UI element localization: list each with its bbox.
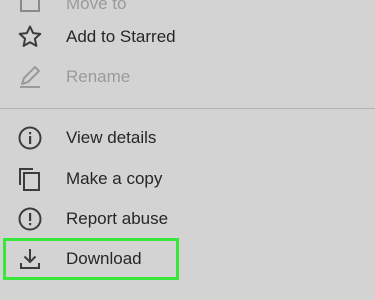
menu-divider — [0, 108, 375, 109]
menu-item-rename[interactable]: Rename — [0, 57, 375, 97]
context-menu: Move to Add to Starred Rename View detai… — [0, 0, 375, 300]
star-outline-icon — [15, 22, 45, 52]
download-highlight-box — [3, 238, 179, 280]
menu-item-report-abuse[interactable]: Report abuse — [0, 199, 375, 239]
menu-item-label: Move to — [66, 0, 127, 13]
exclamation-circle-icon — [15, 204, 45, 234]
menu-item-label: Report abuse — [66, 209, 169, 228]
info-circle-icon — [15, 123, 45, 153]
menu-item-label: Rename — [66, 67, 131, 86]
menu-item-label: View details — [66, 128, 157, 147]
pencil-icon — [15, 62, 45, 92]
menu-item-view-details[interactable]: View details — [0, 118, 375, 158]
menu-item-make-a-copy[interactable]: Make a copy — [0, 159, 375, 199]
menu-item-label: Add to Starred — [66, 27, 176, 46]
menu-item-add-to-starred[interactable]: Add to Starred — [0, 17, 375, 57]
copy-icon — [15, 164, 45, 194]
menu-item-label: Make a copy — [66, 169, 163, 188]
